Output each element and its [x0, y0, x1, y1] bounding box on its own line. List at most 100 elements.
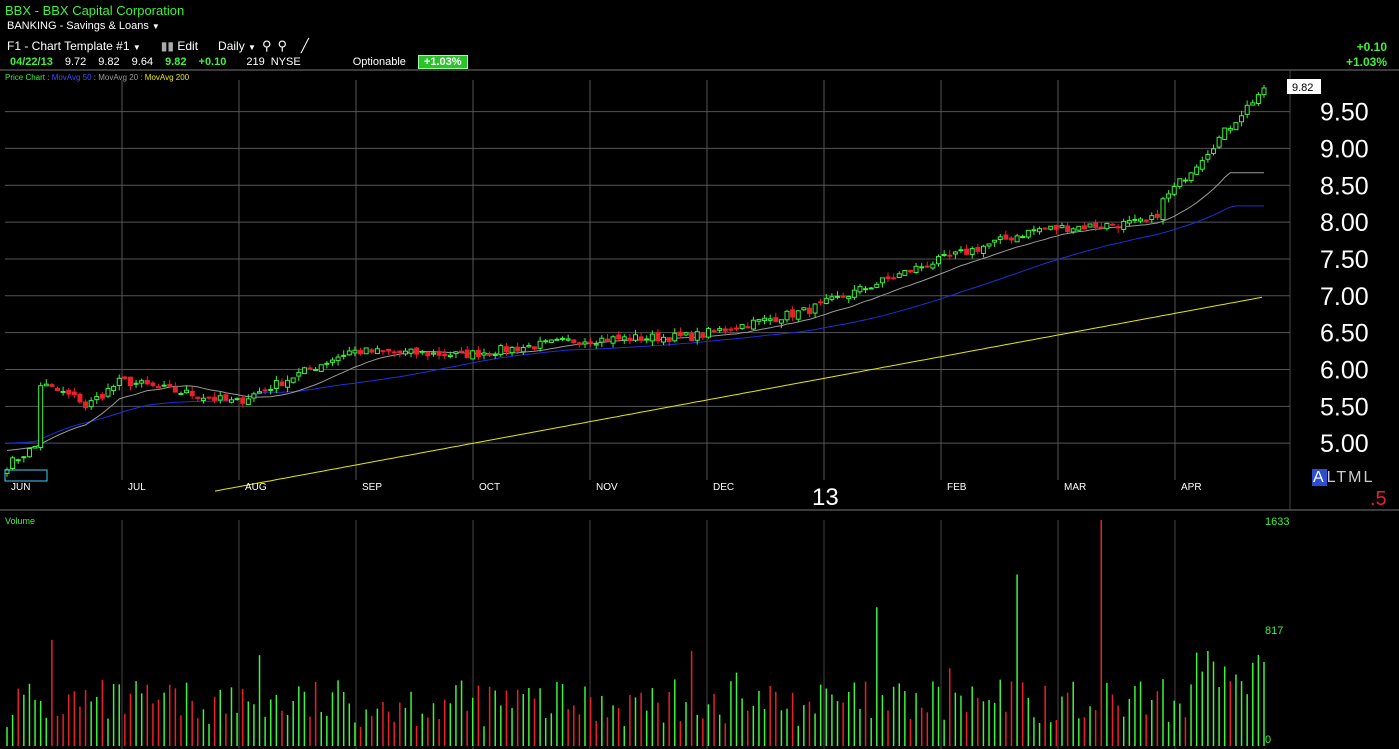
candle-body	[60, 390, 66, 393]
candle-body	[1070, 228, 1076, 233]
candle-body	[840, 295, 846, 298]
candle-body	[1003, 234, 1009, 240]
candle-body	[801, 307, 807, 311]
candle-body	[812, 303, 818, 314]
candle-body	[200, 397, 206, 402]
candle-body	[133, 382, 139, 385]
candle-body	[240, 397, 246, 404]
candle-body	[863, 288, 869, 291]
candle-body	[1143, 219, 1149, 222]
y-tick-label: 7.00	[1320, 283, 1369, 311]
candle-body	[1199, 160, 1205, 170]
candle-body	[459, 350, 465, 353]
candle-body	[447, 354, 453, 358]
candle-body	[1121, 220, 1127, 230]
candle-body	[313, 368, 319, 371]
candle-body	[206, 396, 212, 399]
candle-body	[610, 336, 616, 344]
candle-body	[122, 376, 128, 379]
candle-body	[515, 346, 521, 352]
candle-body	[666, 337, 672, 342]
candle-body	[964, 248, 970, 255]
candle-body	[1042, 227, 1048, 230]
candle-body	[307, 367, 313, 370]
candle-body	[1081, 225, 1087, 230]
timeframe-selector[interactable]: ALTML	[1312, 469, 1374, 487]
candle-body	[430, 352, 436, 355]
candle-body	[683, 332, 689, 336]
candle-body	[616, 334, 622, 340]
candle-body	[161, 384, 167, 387]
timeframe-item[interactable]: M	[1348, 469, 1363, 486]
candle-body	[88, 400, 94, 408]
candle-body	[868, 287, 874, 290]
y-tick-label: 8.50	[1320, 172, 1369, 200]
candle-body	[857, 286, 863, 293]
ma-line	[6, 205, 1264, 444]
candle-body	[576, 342, 582, 345]
candle-body	[1115, 226, 1121, 229]
candle-body	[167, 383, 173, 387]
candle-body	[554, 338, 560, 341]
candle-body	[257, 391, 263, 394]
ma-line	[214, 296, 1263, 492]
x-tick-label: JUN	[11, 482, 30, 493]
candle-body	[896, 273, 902, 279]
candle-body	[38, 385, 44, 449]
chart-canvas[interactable]: JUN JUL AUG SEP OCT NOV DEC 13 FEB MAR APR 5.00 5.50…	[0, 0, 1399, 749]
candle-body	[15, 459, 21, 462]
candle-body	[509, 346, 515, 354]
timeframe-item[interactable]: T	[1336, 469, 1348, 486]
candle-body	[99, 393, 105, 399]
candle-body	[1227, 127, 1233, 131]
candle-body	[358, 350, 364, 355]
x-tick-label: JUL	[128, 482, 146, 493]
candle-body	[655, 332, 661, 342]
candle-body	[71, 391, 77, 396]
candle-body	[930, 263, 936, 269]
y-tick-label: 9.50	[1320, 99, 1369, 127]
candle-body	[728, 328, 734, 331]
candle-body	[329, 359, 335, 363]
timeframe-item[interactable]: L	[1364, 469, 1375, 486]
candle-body	[1177, 178, 1183, 187]
candle-body	[745, 326, 751, 329]
candle-body	[1104, 222, 1110, 230]
candle-body	[835, 295, 841, 298]
candle-body	[531, 346, 537, 350]
volume-tick-label: 1633	[1265, 516, 1289, 528]
candle-body	[21, 456, 27, 459]
candle-body	[902, 270, 908, 276]
candle-body	[105, 388, 111, 397]
candle-body	[324, 362, 330, 365]
candle-body	[464, 349, 470, 359]
x-tick-label: DEC	[713, 482, 734, 493]
timeframe-item[interactable]: L	[1327, 469, 1337, 486]
candle-body	[1020, 236, 1026, 239]
candle-body	[217, 395, 223, 401]
timeframe-item[interactable]: A	[1312, 469, 1327, 486]
candle-body	[1008, 237, 1014, 241]
candle-body	[503, 346, 509, 353]
candle-body	[1109, 223, 1115, 226]
candle-body	[717, 328, 723, 331]
candle-body	[537, 340, 543, 349]
candle-body	[1210, 148, 1216, 154]
candle-body	[879, 277, 885, 284]
candle-body	[442, 353, 448, 357]
candle-body	[453, 351, 459, 355]
candle-body	[1166, 193, 1172, 199]
candle-body	[408, 348, 414, 354]
x-tick-label: OCT	[479, 482, 500, 493]
candle-body	[1093, 222, 1099, 228]
candle-body	[644, 338, 650, 341]
candle-body	[178, 393, 184, 396]
candle-body	[1244, 104, 1250, 115]
candle-body	[1132, 218, 1138, 221]
candle-body	[189, 390, 195, 397]
candle-body	[1188, 172, 1194, 182]
candle-body	[1160, 198, 1166, 221]
candle-body	[498, 345, 504, 355]
candle-body	[638, 336, 644, 341]
candle-body	[773, 317, 779, 323]
